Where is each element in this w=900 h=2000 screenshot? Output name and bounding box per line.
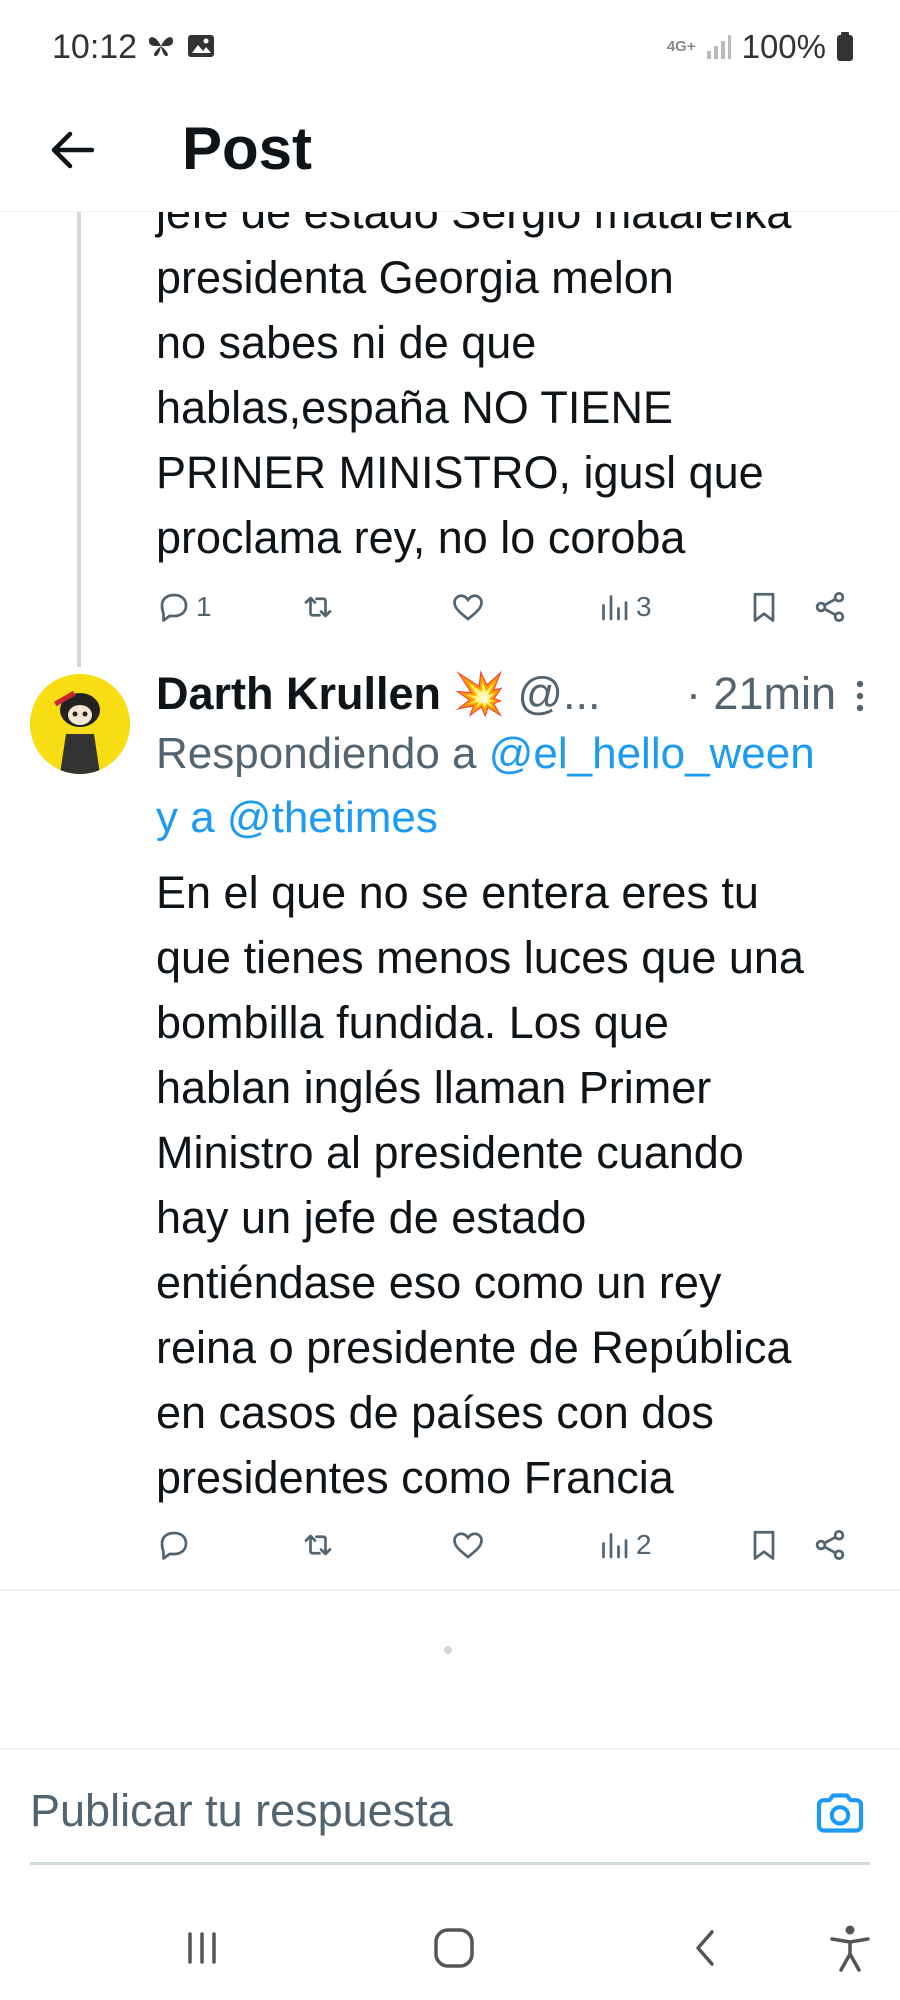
divider (0, 1589, 900, 1591)
bookmark-icon (753, 592, 775, 622)
recent-apps-icon (188, 1932, 216, 1964)
heart-icon (453, 594, 483, 621)
image-icon (188, 35, 214, 57)
network-indicator: 4G+ (666, 38, 696, 55)
avatar-image (30, 674, 130, 774)
page-title: Post (182, 115, 313, 182)
views-button[interactable]: 2 (596, 1520, 652, 1570)
accessibility-icon (830, 1925, 870, 1972)
input-underline (30, 1862, 870, 1865)
battery-percent: 100% (741, 28, 826, 65)
recent-apps-button[interactable] (172, 1918, 232, 1978)
repost-button[interactable] (300, 582, 336, 632)
bookmark-button[interactable] (746, 582, 782, 632)
status-time: 10:12 (52, 28, 138, 66)
repost-icon (304, 596, 332, 618)
signal-icon (706, 35, 731, 59)
tweet-2-actions: 2 (156, 1520, 856, 1570)
composer-divider (0, 1748, 900, 1750)
loading-dot (444, 1646, 452, 1654)
tweet-2-author-row: Darth Krullen 💥 @... · 21min (156, 664, 876, 724)
collision-emoji: 💥 (453, 669, 506, 717)
bookmark-button[interactable] (746, 1520, 782, 1570)
mention-link[interactable]: @el_hello_ween (489, 729, 815, 778)
tweet-1-text: jefe de estado Sergio matarelka presiden… (156, 212, 792, 563)
accessibility-button[interactable] (820, 1918, 880, 1978)
arrow-left-icon (51, 131, 94, 169)
replying-to-prefix: Respondiendo a (156, 729, 489, 778)
tweet-1-actions: 1 3 (156, 582, 856, 632)
reply-icon (160, 1531, 188, 1560)
home-button[interactable] (424, 1918, 484, 1978)
butterfly-icon (148, 37, 174, 57)
replying-to: Respondiendo a @el_hello_ween y a @theti… (156, 722, 876, 850)
system-nav-bar (0, 1900, 900, 2000)
repost-icon (304, 1534, 332, 1556)
reply-count: 1 (196, 591, 212, 622)
bookmark-icon (753, 1530, 775, 1560)
camera-button[interactable] (812, 1785, 868, 1841)
reply-button[interactable]: 1 (156, 582, 212, 632)
tweet-1-clip: jefe de estado Sergio matarelka presiden… (0, 212, 900, 572)
repost-button[interactable] (300, 1520, 336, 1570)
share-icon (815, 1530, 845, 1560)
share-button[interactable] (812, 1520, 848, 1570)
bar-chart-icon (602, 1533, 628, 1559)
author-name[interactable]: Darth Krullen (156, 668, 441, 720)
status-bar: 10:12 4G+ 100% (0, 0, 900, 100)
reply-button[interactable] (156, 1520, 192, 1570)
reply-icon (160, 593, 188, 622)
replying-to-joiner[interactable]: y a (156, 793, 227, 842)
like-button[interactable] (450, 582, 486, 632)
views-button[interactable]: 3 (596, 582, 652, 632)
system-back-button[interactable] (676, 1918, 736, 1978)
heart-icon (453, 1532, 483, 1559)
top-app-bar: Post (0, 100, 900, 212)
avatar[interactable] (30, 674, 130, 774)
post-time: · 21min (685, 668, 836, 719)
bar-chart-icon (602, 595, 628, 621)
author-handle[interactable]: @... (517, 668, 600, 720)
reply-input[interactable]: Publicar tu respuesta (30, 1785, 453, 1837)
views-count: 2 (636, 1529, 652, 1560)
tweet-2-text: En el que no se entera eres tu que tiene… (156, 867, 804, 1503)
battery-icon (837, 32, 853, 61)
back-button[interactable] (40, 118, 104, 182)
share-icon (815, 592, 845, 622)
like-button[interactable] (450, 1520, 486, 1570)
chevron-left-icon (696, 1930, 714, 1966)
share-button[interactable] (812, 582, 848, 632)
mention-link[interactable]: @thetimes (227, 793, 438, 842)
views-count: 3 (636, 591, 652, 622)
camera-icon (816, 1793, 864, 1833)
more-options-icon[interactable] (854, 678, 866, 714)
home-icon (434, 1928, 474, 1968)
